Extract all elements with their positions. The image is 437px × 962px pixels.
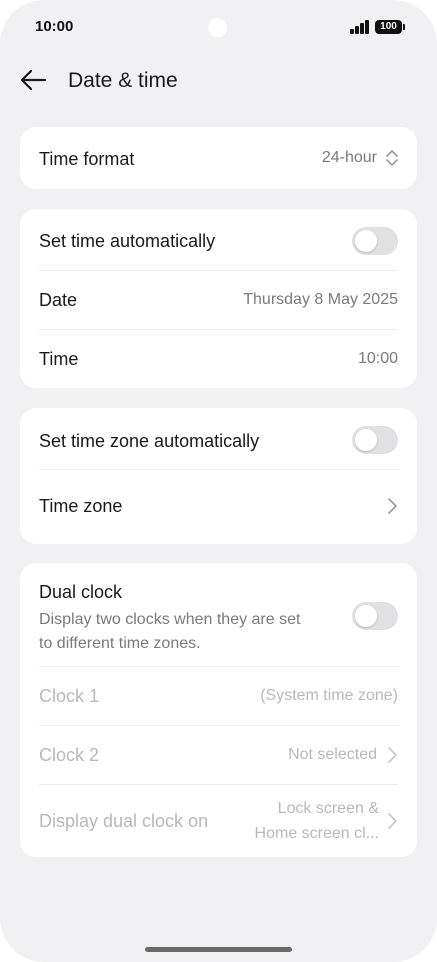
set-time-zone-automatically-label: Set time zone automatically <box>39 431 260 451</box>
time-format-card: Time format 24-hour <box>20 127 417 189</box>
dual-clock-description-line: to different time zones. <box>39 635 201 652</box>
dual-clock-toggle[interactable] <box>352 602 398 630</box>
page-title: Date & time <box>68 69 178 92</box>
time-format-label: Time format <box>39 149 135 169</box>
set-time-zone-automatically-toggle[interactable] <box>352 426 398 454</box>
clock-2-value: Not selected <box>288 746 377 763</box>
date-row[interactable]: Date Thursday 8 May 2025 <box>20 271 417 329</box>
date-label: Date <box>39 290 78 310</box>
time-zone-label: Time zone <box>39 496 123 516</box>
set-time-automatically-label: Set time automatically <box>39 231 216 251</box>
dual-clock-description-line: Display two clocks when they are set <box>39 611 301 628</box>
display-dual-clock-on-value: Lock screen & Home screen cl... <box>255 796 379 846</box>
time-label: Time <box>39 349 79 369</box>
status-bar: 10:00 100 <box>0 0 437 56</box>
home-indicator[interactable] <box>145 947 292 952</box>
chevron-right-icon <box>388 498 397 514</box>
signal-icon <box>350 20 370 34</box>
up-down-chevron-icon <box>386 150 398 166</box>
clock-1-row[interactable]: Clock 1 (System time zone) <box>20 667 417 725</box>
set-time-automatically-row[interactable]: Set time automatically <box>20 209 417 270</box>
status-time: 10:00 <box>35 18 74 35</box>
time-zone-card: Set time zone automatically Time zone <box>20 408 417 544</box>
dual-clock-row[interactable]: Dual clock Display two clocks when they … <box>20 563 417 666</box>
chevron-right-icon <box>388 747 397 763</box>
chevron-right-icon <box>388 813 397 829</box>
time-row[interactable]: Time 10:00 <box>20 330 417 388</box>
battery-level: 100 <box>380 21 397 32</box>
dual-clock-title: Dual clock <box>39 582 123 602</box>
clock-1-value: (System time zone) <box>260 687 398 704</box>
set-time-zone-automatically-row[interactable]: Set time zone automatically <box>20 408 417 469</box>
time-zone-row[interactable]: Time zone <box>20 470 417 544</box>
front-camera <box>208 18 227 37</box>
display-dual-clock-on-value-line: Home screen cl... <box>254 825 379 842</box>
phone-screen: 10:00 100 Date & time Time format 24-hou… <box>0 0 437 962</box>
display-dual-clock-on-row[interactable]: Display dual clock on Lock screen & Home… <box>20 785 417 857</box>
back-arrow-icon[interactable] <box>16 64 52 100</box>
clock-1-label: Clock 1 <box>39 686 100 706</box>
set-time-automatically-toggle[interactable] <box>352 227 398 255</box>
display-dual-clock-on-value-line: Lock screen & <box>277 800 379 817</box>
battery-icon: 100 <box>375 20 405 34</box>
time-format-row[interactable]: Time format 24-hour <box>20 127 417 189</box>
dual-clock-description: Display two clocks when they are set to … <box>39 608 300 656</box>
dual-clock-card: Dual clock Display two clocks when they … <box>20 563 417 857</box>
date-time-card: Set time automatically Date Thursday 8 M… <box>20 209 417 388</box>
time-format-value: 24-hour <box>321 149 377 166</box>
display-dual-clock-on-label: Display dual clock on <box>39 811 209 831</box>
date-value: Thursday 8 May 2025 <box>243 291 398 308</box>
clock-2-row[interactable]: Clock 2 Not selected <box>20 726 417 784</box>
clock-2-label: Clock 2 <box>39 745 100 765</box>
time-value: 10:00 <box>357 350 398 367</box>
